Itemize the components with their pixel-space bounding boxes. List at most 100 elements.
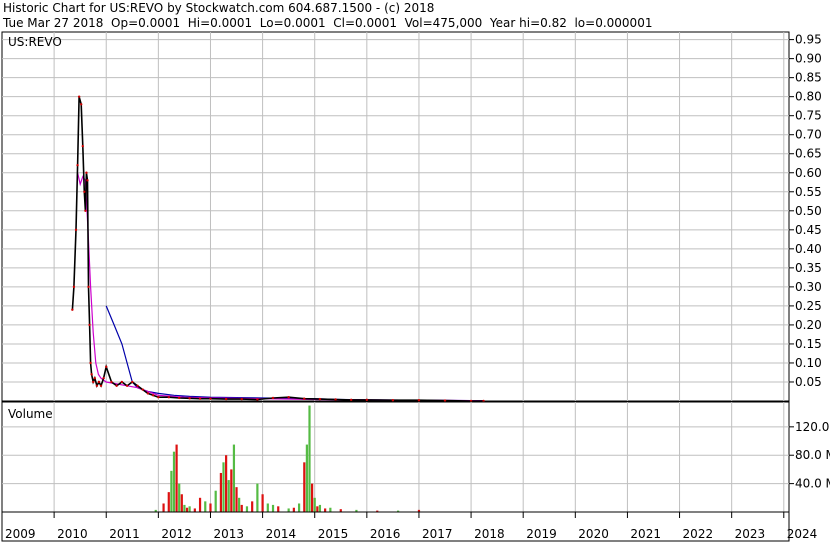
price-point [99, 384, 103, 387]
price-point [443, 399, 447, 402]
price-y-tick-label: 0.80 [795, 90, 822, 104]
price-point [188, 397, 191, 400]
price-y-tick-label: 0.40 [795, 242, 822, 256]
price-point [77, 95, 81, 98]
volume-bar [222, 462, 225, 512]
price-point [178, 396, 181, 400]
x-tick-label: 2012 [161, 527, 192, 541]
x-tick-label: 2013 [213, 527, 244, 541]
price-point [209, 397, 212, 400]
x-tick-label: 2023 [735, 527, 766, 541]
price-point [85, 171, 88, 174]
price-point [120, 380, 124, 384]
price-point [89, 361, 92, 365]
volume-bar [245, 506, 249, 512]
volume-bar [303, 462, 306, 512]
price-panel-title: US:REVO [8, 35, 62, 49]
price-y-tick-label: 0.95 [795, 33, 822, 47]
price-point [102, 376, 105, 380]
price-y-tick-label: 0.20 [795, 318, 822, 332]
volume-y-tick-label: 80.0 M [795, 448, 830, 462]
volume-bar [271, 504, 275, 512]
price-point [115, 384, 118, 387]
price-point [391, 399, 395, 402]
volume-bar [313, 497, 316, 512]
volume-bar [318, 504, 322, 512]
volume-y-tick-label: 40.0 M [795, 477, 830, 491]
volume-bar [232, 444, 236, 512]
volume-bar [188, 506, 191, 512]
volume-bar [251, 501, 254, 512]
price-point [87, 285, 90, 289]
volume-bar [227, 480, 230, 512]
price-point [125, 384, 129, 387]
x-tick-label: 2017 [422, 527, 453, 541]
price-point [141, 388, 144, 391]
price-y-tick-label: 0.55 [795, 185, 822, 199]
price-point [224, 397, 228, 401]
volume-bar [324, 508, 327, 512]
volume-bar [214, 490, 217, 512]
price-point [88, 323, 91, 327]
volume-bar [204, 501, 207, 512]
volume-bar [308, 405, 311, 512]
volume-bar [230, 469, 233, 512]
price-point [167, 395, 170, 399]
volume-bar [209, 503, 212, 512]
x-tick-label: 2011 [109, 527, 140, 541]
volume-bar [185, 507, 189, 512]
price-point [74, 228, 78, 232]
price-point [80, 103, 83, 106]
price-point [84, 209, 87, 212]
price-point [271, 396, 275, 400]
volume-bar [292, 507, 295, 512]
price-y-tick-label: 0.90 [795, 52, 822, 66]
price-point [97, 380, 101, 384]
price-point [71, 308, 74, 311]
price-point [90, 373, 93, 376]
price-y-tick-label: 0.25 [795, 299, 822, 313]
x-tick-label: 2021 [630, 527, 661, 541]
volume-bar [219, 472, 223, 512]
price-point [83, 190, 86, 193]
price-point [81, 144, 84, 148]
x-tick-label: 2024 [787, 527, 818, 541]
volume-bar [311, 483, 314, 512]
price-y-tick-label: 0.30 [795, 280, 822, 294]
volume-bar [162, 503, 165, 512]
price-point [334, 398, 337, 401]
price-point [76, 163, 79, 167]
price-point [349, 398, 353, 402]
price-y-tick-label: 0.85 [795, 71, 822, 85]
price-point [93, 376, 96, 380]
historic-chart: US:REVO 0.95 0.90 0.85 0.80 0.75 0.70 0.65 0.60… [1, 31, 830, 542]
price-y-tick-label: 0.15 [795, 337, 822, 351]
volume-bar [170, 470, 173, 512]
volume-bar [225, 455, 228, 512]
volume-bar [193, 508, 196, 512]
price-point [287, 395, 290, 399]
volume-bar [180, 494, 183, 512]
price-point [105, 365, 108, 368]
volume-bar [297, 503, 301, 512]
x-tick-label: 2014 [266, 527, 297, 541]
price-y-tick-label: 0.60 [795, 166, 822, 180]
volume-bar [256, 483, 259, 512]
price-y-axis: 0.95 0.90 0.85 0.80 0.75 0.70 0.65 0.60 0.55 0.50… [789, 33, 822, 389]
volume-bar [261, 494, 264, 512]
x-tick-label: 2020 [578, 527, 609, 541]
price-point [151, 394, 155, 397]
price-point [92, 380, 95, 384]
volume-bar [329, 507, 332, 512]
price-y-tick-label: 0.70 [795, 128, 822, 142]
volume-bar [238, 497, 241, 512]
volume-bar [316, 506, 319, 512]
x-tick-label: 2018 [474, 527, 505, 541]
volume-bar [198, 497, 202, 512]
volume-bar [266, 503, 269, 512]
volume-bar [305, 444, 308, 512]
x-tick-label: 2016 [370, 527, 401, 541]
price-point [157, 395, 160, 399]
volume-bar [240, 504, 243, 512]
price-y-tick-label: 0.10 [795, 356, 822, 370]
